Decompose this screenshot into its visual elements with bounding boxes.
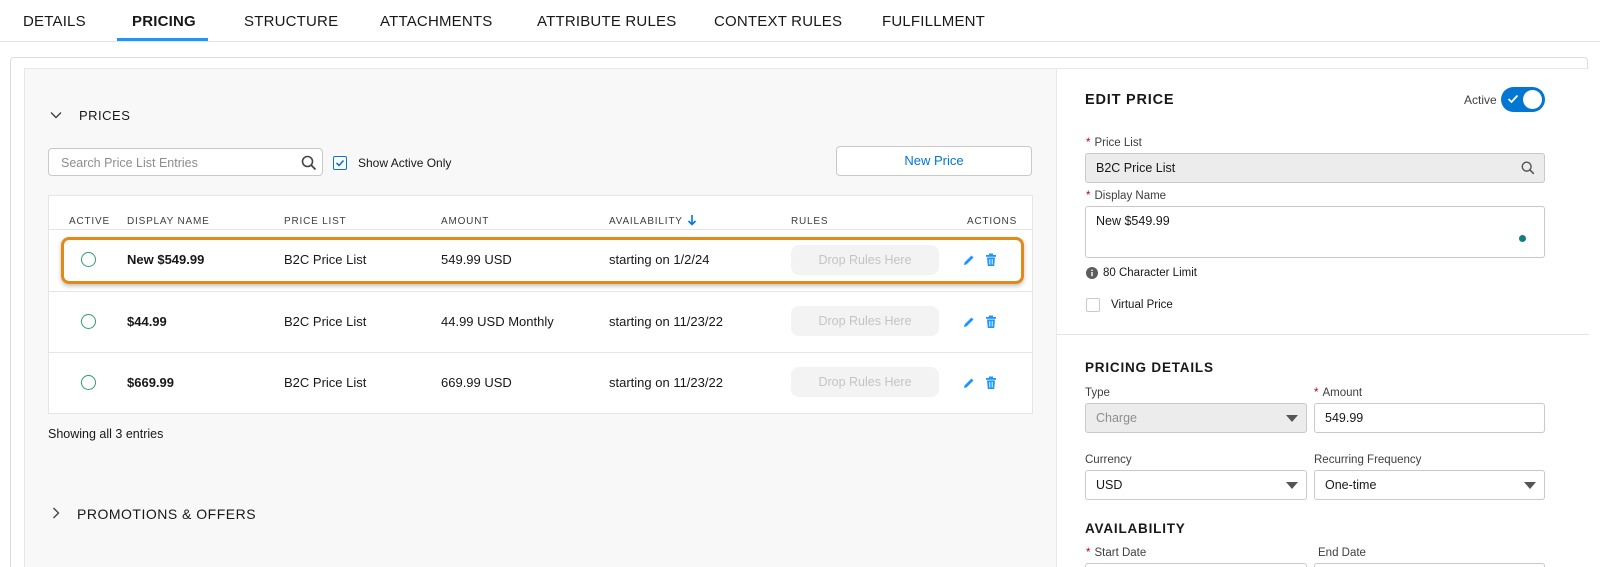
recurring-frequency-select[interactable]: One-time [1314, 470, 1545, 500]
amount-label: * Amount [1314, 387, 1363, 399]
search-icon[interactable] [300, 154, 318, 172]
drop-rules-zone[interactable]: Drop Rules Here [791, 306, 939, 336]
sort-descending-icon[interactable] [687, 214, 697, 226]
currency-value: USD [1096, 478, 1123, 492]
delete-trash-icon[interactable] [984, 376, 998, 390]
chevron-right-icon[interactable] [50, 506, 62, 522]
column-header-rules: RULES [791, 216, 829, 227]
type-label: Type [1085, 387, 1110, 399]
price-list-field[interactable]: B2C Price List [1085, 153, 1545, 183]
chevron-down-icon [1524, 482, 1536, 489]
status-dot-icon [1519, 235, 1526, 242]
amount-input[interactable]: 549.99 [1314, 403, 1545, 433]
column-header-display-name[interactable]: DISPLAY NAME [127, 216, 210, 227]
row-display-name: $669.99 [127, 375, 174, 390]
type-select: Charge [1085, 403, 1307, 433]
tab-bar: DETAILS PRICING STRUCTURE ATTACHMENTS AT… [0, 0, 1600, 42]
search-price-entries-input[interactable]: Search Price List Entries [48, 148, 323, 176]
recurring-frequency-label: Recurring Frequency [1314, 454, 1422, 466]
row-price-list: B2C Price List [284, 375, 367, 390]
column-header-price-list[interactable]: PRICE LIST [284, 216, 346, 227]
prices-section-title: PRICES [79, 108, 131, 123]
show-active-checkbox[interactable] [333, 156, 347, 170]
availability-title: AVAILABILITY [1085, 521, 1186, 536]
active-tab-indicator [117, 38, 208, 41]
price-list-label: * Price List [1086, 137, 1142, 149]
row-divider [49, 352, 1032, 353]
virtual-price-checkbox[interactable] [1086, 298, 1100, 312]
currency-select[interactable]: USD [1085, 470, 1307, 500]
edit-price-title: EDIT PRICE [1085, 92, 1175, 108]
tab-attribute-rules[interactable]: ATTRIBUTE RULES [537, 13, 676, 30]
amount-value: 549.99 [1325, 411, 1364, 425]
tab-pricing[interactable]: PRICING [132, 13, 196, 30]
active-toggle[interactable] [1501, 87, 1545, 112]
edit-pencil-icon[interactable] [962, 376, 976, 390]
header-divider [49, 229, 1032, 230]
start-date-input[interactable] [1085, 563, 1307, 567]
row-availability: starting on 11/23/22 [609, 375, 723, 390]
search-placeholder: Search Price List Entries [61, 156, 198, 170]
price-list-value: B2C Price List [1096, 161, 1176, 175]
type-value: Charge [1096, 411, 1137, 425]
tab-details[interactable]: DETAILS [23, 13, 86, 30]
column-header-availability[interactable]: AVAILABILITY [609, 216, 683, 227]
active-radio[interactable] [81, 375, 96, 390]
edit-pencil-icon[interactable] [962, 315, 976, 329]
section-divider [1057, 334, 1589, 335]
selected-row-highlight [61, 237, 1024, 284]
column-header-actions: ACTIONS [967, 216, 1018, 227]
end-date-input[interactable] [1314, 563, 1545, 567]
display-name-value: New $549.99 [1096, 214, 1170, 228]
row-amount: 44.99 USD Monthly [441, 314, 554, 329]
end-date-label: End Date [1318, 547, 1366, 559]
start-date-label: * Start Date [1086, 547, 1147, 559]
search-icon[interactable] [1520, 160, 1536, 176]
show-active-label: Show Active Only [358, 156, 452, 170]
active-toggle-label: Active [1464, 93, 1497, 107]
column-header-amount[interactable]: AMOUNT [441, 216, 489, 227]
row-amount: 669.99 USD [441, 375, 512, 390]
entries-count-text: Showing all 3 entries [48, 427, 164, 441]
currency-label: Currency [1085, 454, 1132, 466]
promotions-section-title[interactable]: PROMOTIONS & OFFERS [77, 506, 256, 522]
recurring-frequency-value: One-time [1325, 478, 1377, 492]
tab-context-rules[interactable]: CONTEXT RULES [714, 13, 842, 30]
row-price-list: B2C Price List [284, 314, 367, 329]
delete-trash-icon[interactable] [984, 315, 998, 329]
info-icon [1086, 267, 1098, 279]
tab-structure[interactable]: STRUCTURE [244, 13, 338, 30]
char-limit-text: 80 Character Limit [1103, 267, 1197, 279]
display-name-field[interactable]: New $549.99 [1085, 206, 1545, 258]
row-availability: starting on 11/23/22 [609, 314, 723, 329]
column-header-active: ACTIVE [69, 216, 110, 227]
drop-rules-zone[interactable]: Drop Rules Here [791, 367, 939, 397]
row-divider [49, 291, 1032, 292]
toggle-knob [1523, 90, 1542, 109]
virtual-price-label: Virtual Price [1111, 299, 1173, 311]
chevron-down-icon [1286, 415, 1298, 422]
new-price-button[interactable]: New Price [836, 146, 1032, 176]
active-radio[interactable] [81, 314, 96, 329]
tab-fulfillment[interactable]: FULFILLMENT [882, 13, 985, 30]
chevron-down-icon [1286, 482, 1298, 489]
chevron-down-icon[interactable] [50, 108, 62, 124]
display-name-label: * Display Name [1086, 190, 1167, 202]
tab-attachments[interactable]: ATTACHMENTS [380, 13, 492, 30]
row-display-name: $44.99 [127, 314, 167, 329]
pricing-details-title: PRICING DETAILS [1085, 360, 1214, 375]
